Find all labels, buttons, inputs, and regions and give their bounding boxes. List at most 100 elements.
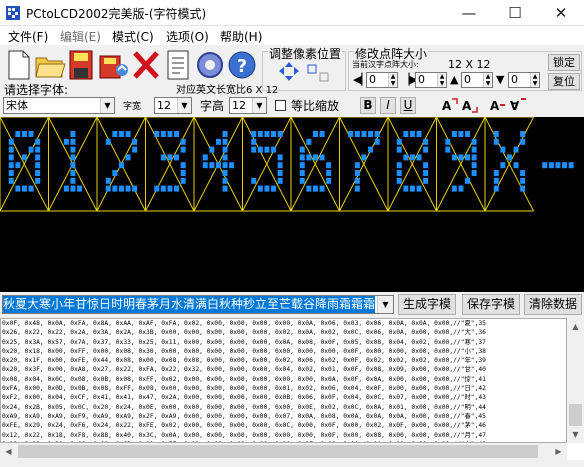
menu-options[interactable]: 选项(O) (166, 28, 209, 45)
lcd-dot (105, 185, 111, 192)
lcd-preview[interactable] (0, 117, 584, 292)
lcd-dot (160, 154, 166, 161)
lcd-dot (423, 177, 429, 184)
lcd-dot (167, 154, 173, 161)
lcd-dot (361, 131, 367, 137)
text-input[interactable]: 秋夏大寒小年甘惊日时明春茅月水清满白秋种秒立至芒载谷降雨霜霜霜 ▼ (2, 295, 394, 314)
lcd-dot (396, 177, 402, 184)
lcd-dot (312, 131, 318, 137)
lcd-dot (8, 154, 14, 161)
maximize-button[interactable]: ☐ (492, 0, 538, 26)
lcd-dot (180, 177, 186, 184)
lcd-dot (118, 162, 124, 169)
output-line: 0x0F, 0x48, 0x0A, 0xFA, 0x8A, 0xAA, 0xAF… (2, 320, 486, 327)
scroll-left-icon[interactable]: ◀ (0, 443, 17, 460)
scroll-up-icon[interactable]: ▲ (567, 318, 584, 335)
lcd-dot (520, 177, 526, 184)
save-as-icon[interactable] (98, 48, 130, 82)
chevron-down-icon[interactable]: ▼ (377, 296, 393, 313)
matrix-spin-4[interactable]: 0 ▲ ▼ (508, 72, 540, 88)
lcd-dot (396, 146, 402, 153)
gear-settings-icon[interactable] (194, 48, 226, 82)
lcd-dot (312, 185, 318, 192)
save-disk-icon[interactable] (66, 48, 98, 82)
lock-button[interactable]: 锁定 (548, 54, 580, 71)
bottom-bar: 秋夏大寒小年甘惊日时明春茅月水清满白秋种秒立至芒载谷降雨霜霜霜 ▼ 生成字模 保… (0, 292, 584, 318)
lcd-dot (368, 146, 374, 153)
scroll-thumb[interactable] (569, 404, 582, 426)
lcd-dot (8, 146, 14, 153)
help-question-icon[interactable]: ? (226, 48, 258, 82)
lcd-dot (257, 131, 263, 137)
height-select[interactable]: 12 ▼ (229, 97, 267, 114)
pixel-arrow-icons[interactable] (276, 61, 334, 89)
title-bar: PCtoLCD2002完美版-(字符模式) — ☐ ✕ (0, 0, 584, 26)
lcd-dot (368, 131, 374, 137)
lcd-dot (222, 154, 228, 161)
matrix-spin-1[interactable]: 0 ▲ ▼ (366, 72, 398, 88)
lcd-dot (264, 185, 270, 192)
scroll-down-icon[interactable]: ▼ (567, 426, 584, 443)
mirror-icons[interactable]: A Ɐ (488, 96, 528, 115)
lcd-dot (28, 185, 34, 192)
lcd-dot (306, 185, 312, 192)
lcd-dot (520, 185, 526, 192)
output-textarea[interactable]: 0x0F, 0x48, 0x0A, 0xFA, 0x8A, 0xAA, 0xAF… (0, 318, 567, 443)
lcd-dot (70, 154, 76, 161)
lcd-dot (306, 138, 312, 145)
minimize-button[interactable]: — (446, 0, 492, 26)
lcd-dot (416, 154, 422, 161)
generate-button[interactable]: 生成字模 (398, 294, 456, 315)
italic-button[interactable]: I (380, 97, 396, 114)
bold-button[interactable]: B (360, 97, 376, 114)
matrix-spin-2[interactable]: 0 ▲ ▼ (415, 72, 447, 88)
menu-file[interactable]: 文件(F) (8, 28, 48, 45)
lcd-dot (70, 138, 76, 145)
lcd-dot (471, 138, 477, 145)
hscroll-thumb[interactable] (18, 445, 538, 458)
height-label: 字高 (200, 99, 225, 113)
lcd-dot (154, 185, 160, 192)
lcd-dot (471, 146, 477, 153)
lcd-dot (35, 177, 41, 184)
notepad-icon[interactable] (162, 48, 194, 82)
svg-text:A: A (442, 99, 452, 113)
underline-button[interactable]: U (400, 97, 416, 114)
svg-text:A: A (462, 99, 472, 113)
clear-data-button[interactable]: 清除数据 (524, 294, 582, 315)
lcd-dot (215, 162, 221, 169)
lcd-dot (180, 170, 186, 176)
menu-mode[interactable]: 模式(C) (112, 28, 154, 45)
width-select[interactable]: 12 ▼ (154, 97, 192, 114)
lcd-dot (500, 146, 506, 153)
new-file-icon[interactable] (2, 48, 34, 82)
preview-cell (339, 117, 389, 212)
horizontal-scrollbar[interactable]: ◀ ▶ (0, 443, 567, 460)
shrink-up-icon[interactable]: ▲ (450, 73, 458, 86)
lcd-dot (493, 185, 499, 192)
save-font-button[interactable]: 保存字模 (462, 294, 520, 315)
lcd-dot (568, 162, 574, 169)
lcd-dot (354, 162, 360, 169)
lcd-dot (520, 170, 526, 176)
preview-cell (542, 162, 574, 169)
scroll-right-icon[interactable]: ▶ (550, 443, 567, 460)
lcd-dot (354, 185, 360, 192)
lcd-dot (423, 162, 429, 169)
open-folder-icon[interactable] (34, 48, 66, 82)
font-select[interactable]: 宋体 ▼ (3, 97, 115, 114)
vertical-scrollbar[interactable]: ▲ ▼ (567, 318, 584, 443)
lcd-dot (520, 131, 526, 137)
matrix-current-value: 12 X 12 (448, 58, 491, 71)
rotate-icons[interactable]: A A (440, 96, 480, 115)
menu-edit[interactable]: 编辑(E) (60, 28, 101, 45)
delete-x-icon[interactable] (130, 48, 162, 82)
restore-button[interactable]: 复位 (548, 73, 580, 90)
menu-help[interactable]: 帮助(H) (220, 28, 262, 45)
lcd-dot (403, 154, 409, 161)
close-button[interactable]: ✕ (538, 0, 584, 26)
lcd-dot (222, 138, 228, 145)
shrink-down-icon[interactable]: ▼ (496, 73, 504, 86)
matrix-spin-3[interactable]: 0 ▲ ▼ (461, 72, 493, 88)
scale-checkbox[interactable] (275, 100, 286, 111)
